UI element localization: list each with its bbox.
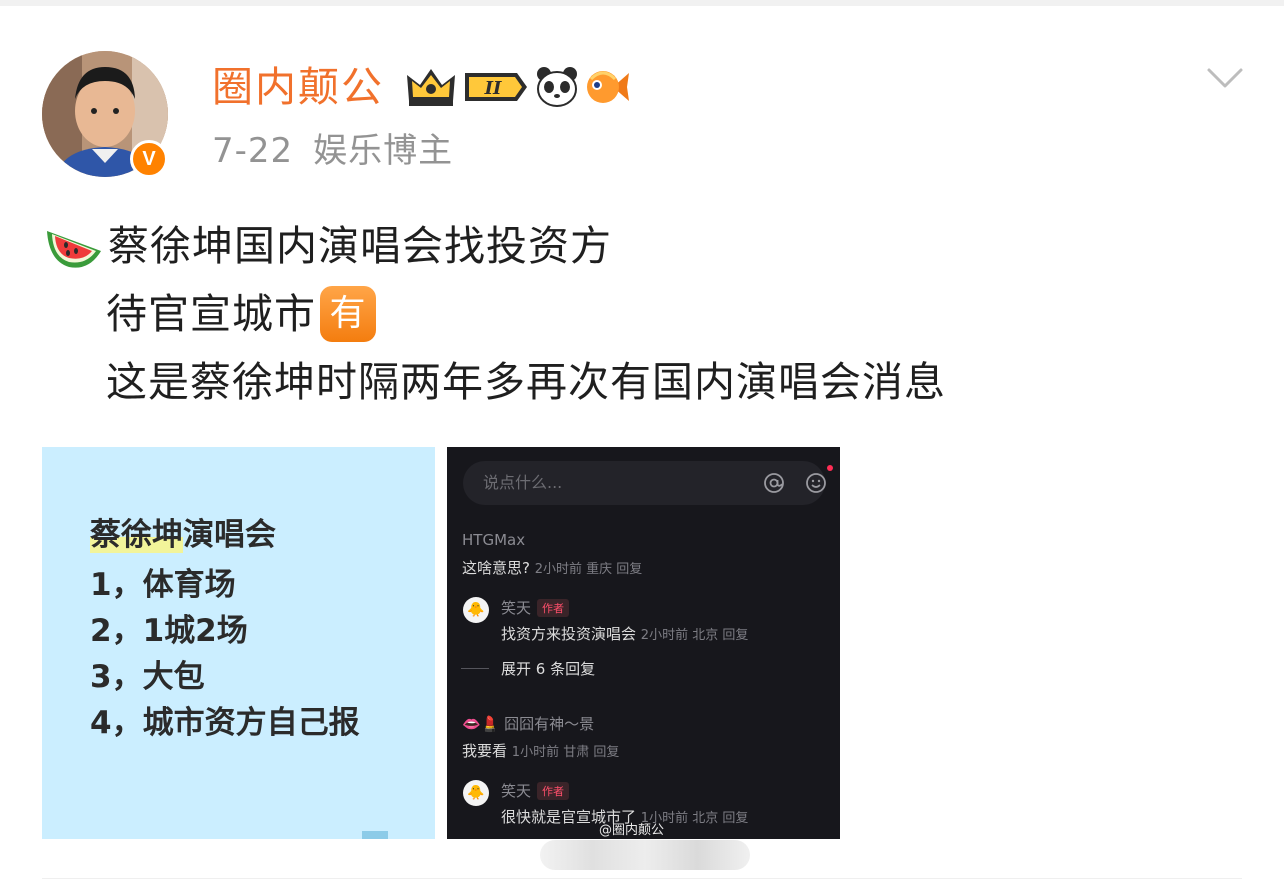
crown-icon (407, 69, 455, 106)
top-divider (0, 0, 1284, 6)
post-image-2[interactable]: 说点什么... HTGMax 这啥意思? 2小时前 重庆 回复 🐥 笑天 作者 找… (447, 447, 840, 839)
post-line-2: 待官宣城市 有 (44, 280, 946, 348)
comment-text: 找资方来投资演唱会 2小时前 北京 回复 (501, 625, 749, 643)
expand-replies: 展开 6 条回复 (501, 660, 596, 678)
image1-title: 蔡徐坤演唱会 (90, 517, 276, 553)
reply-divider (461, 668, 489, 669)
post-image-1[interactable]: 蔡徐坤演唱会 1，体育场 2，1城2场 3，大包 4，城市资方自己报 (42, 447, 435, 839)
post-line-1: 蔡徐坤国内演唱会找投资方 (44, 212, 946, 280)
lips-lipstick-icon: 👄💄 (462, 715, 500, 733)
comment-user: 笑天 作者 (501, 597, 570, 618)
image1-item: 4，城市资方自己报 (90, 705, 360, 741)
duck-avatar-icon: 🐥 (463, 597, 489, 623)
svg-text:II: II (484, 78, 502, 99)
comment-text: 我要看 1小时前 甘肃 回复 (462, 742, 620, 760)
post-line-3: 这是蔡徐坤时隔两年多再次有国内演唱会消息 (106, 358, 946, 406)
image1-item: 1，体育场 (90, 567, 236, 603)
emoji-icon (806, 473, 826, 493)
vip-level-badge-icon: II (465, 73, 527, 101)
at-icon (764, 473, 784, 493)
image1-item: 2，1城2场 (90, 613, 248, 649)
comment-user: HTGMax (462, 531, 526, 549)
panda-icon (537, 67, 577, 107)
user-badges: II (405, 64, 631, 110)
fish-icon (587, 71, 629, 103)
image1-item: 3，大包 (90, 659, 205, 695)
comment-user: 笑天 作者 (501, 780, 570, 801)
blurred-watermark (540, 840, 750, 870)
you-emoji-badge: 有 (320, 286, 376, 342)
image1-edge-mark (362, 831, 388, 839)
watermelon-icon (47, 231, 101, 268)
bottom-divider (42, 878, 1242, 879)
image-watermark: @圈内颠公 (599, 823, 665, 838)
duck-avatar-icon: 🐥 (463, 780, 489, 806)
user-category: 娱乐博主 (313, 131, 454, 171)
comment-user: 👄💄 囧囧有神～景 (462, 715, 595, 733)
comment-text: 这啥意思? 2小时前 重庆 回复 (462, 559, 643, 577)
post-date: 7-22 (212, 131, 294, 171)
post-meta: 7-22 娱乐博主 (212, 129, 453, 173)
post-text: 蔡徐坤国内演唱会找投资方 待官宣城市 有 这是蔡徐坤时隔两年多再次有国内演唱会消… (44, 212, 946, 416)
chevron-down-icon[interactable] (1206, 66, 1244, 92)
notification-dot (827, 465, 833, 471)
verified-badge-icon: V (130, 140, 168, 178)
username[interactable]: 圈内颠公 (212, 62, 384, 112)
